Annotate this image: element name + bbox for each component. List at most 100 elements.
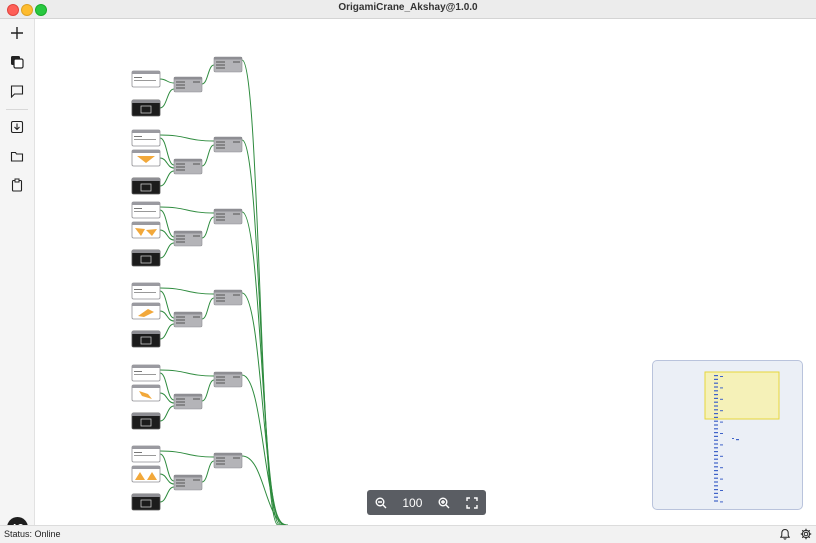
port-label xyxy=(216,216,225,218)
open-folder-button[interactable] xyxy=(7,146,27,166)
text-line xyxy=(134,292,156,293)
port-label xyxy=(176,241,185,243)
node-header xyxy=(132,130,160,133)
text-line xyxy=(134,208,142,209)
port-label xyxy=(193,398,200,400)
port-label xyxy=(176,316,185,318)
graph-edge xyxy=(159,206,215,214)
settings-button[interactable] xyxy=(800,528,812,542)
text-input-node xyxy=(131,445,161,463)
merge-node xyxy=(173,158,203,175)
output-node xyxy=(213,136,243,153)
port-label xyxy=(216,67,225,69)
duplicate-icon xyxy=(11,56,24,69)
node-header xyxy=(174,159,202,162)
import-icon xyxy=(10,120,24,134)
graph-edge xyxy=(201,460,215,483)
minimap-node xyxy=(720,398,723,400)
port-label xyxy=(216,147,225,149)
port-label xyxy=(176,398,185,400)
node-header xyxy=(174,312,202,315)
node-header xyxy=(132,150,160,153)
node-header xyxy=(132,446,160,449)
minimap-node xyxy=(720,478,723,480)
graph-edge xyxy=(159,473,175,485)
port-label xyxy=(216,460,225,462)
minimap-node xyxy=(714,492,718,494)
text-input-node xyxy=(131,282,161,300)
minimap-node xyxy=(714,496,718,498)
graph-edge xyxy=(159,229,175,241)
minimap-node xyxy=(714,439,718,441)
minimap-node xyxy=(714,413,718,415)
text-line xyxy=(134,80,156,81)
text-line xyxy=(134,136,142,137)
minimap-node xyxy=(714,375,718,377)
node-header xyxy=(174,77,202,80)
minimap-node xyxy=(720,467,723,469)
graph-edge xyxy=(159,392,175,404)
minimap-node xyxy=(714,382,718,384)
port-label xyxy=(176,319,185,321)
minimap-node xyxy=(714,443,718,445)
text-input-node xyxy=(131,129,161,147)
graph-edge xyxy=(159,453,175,482)
image-node xyxy=(131,99,161,117)
image-node xyxy=(131,493,161,511)
minimap-node xyxy=(714,390,718,392)
minimap[interactable] xyxy=(652,360,803,510)
add-node-button[interactable] xyxy=(7,23,27,43)
shape-preview-node xyxy=(131,302,161,320)
port-label xyxy=(216,64,225,66)
graph-edge xyxy=(159,209,175,238)
graph-edge xyxy=(241,59,279,525)
minimap-node xyxy=(714,401,718,403)
minimap-node xyxy=(714,481,718,483)
node-header xyxy=(132,365,160,368)
duplicate-button[interactable] xyxy=(7,52,27,72)
graph-edge xyxy=(241,292,285,525)
zoom-out-icon xyxy=(375,497,387,508)
graph-edge xyxy=(159,242,175,259)
minimap-node xyxy=(714,416,718,418)
comment-button[interactable] xyxy=(7,81,27,101)
minimap-node xyxy=(714,489,718,491)
minimap-node xyxy=(714,420,718,422)
minimap-node xyxy=(714,454,718,456)
output-node xyxy=(213,289,243,306)
text-line xyxy=(134,374,156,375)
graph-edge xyxy=(159,323,175,340)
minimap-node xyxy=(720,421,723,423)
zoom-in-button[interactable] xyxy=(437,496,451,510)
import-button[interactable] xyxy=(7,117,27,137)
text-line xyxy=(134,289,142,290)
graph-edge xyxy=(241,139,281,525)
minimap-node xyxy=(714,451,718,453)
zoom-in-icon xyxy=(438,497,450,508)
port-label xyxy=(193,235,200,237)
minimap-node xyxy=(720,501,723,503)
comment-icon xyxy=(10,85,24,98)
zoom-out-button[interactable] xyxy=(374,496,388,510)
minimap-node xyxy=(714,397,718,399)
graph-edge xyxy=(159,137,175,166)
port-label xyxy=(216,144,225,146)
minimap-node xyxy=(714,378,718,380)
port-label xyxy=(233,457,240,459)
minimap-node xyxy=(732,438,734,439)
node-header xyxy=(214,209,242,212)
minimap-node xyxy=(714,447,718,449)
output-node xyxy=(213,452,243,469)
port-label xyxy=(176,401,185,403)
minimap-node xyxy=(714,432,718,434)
notifications-button[interactable] xyxy=(779,528,791,542)
zoom-controls: 100 xyxy=(367,490,486,515)
folder-icon xyxy=(10,151,24,162)
minimap-node xyxy=(720,444,723,446)
status-bar: Status: Online xyxy=(0,525,816,543)
graph-edge xyxy=(241,211,283,525)
fit-to-screen-button[interactable] xyxy=(465,496,479,510)
image-node xyxy=(131,412,161,430)
clipboard-button[interactable] xyxy=(7,175,27,195)
image-node xyxy=(131,330,161,348)
